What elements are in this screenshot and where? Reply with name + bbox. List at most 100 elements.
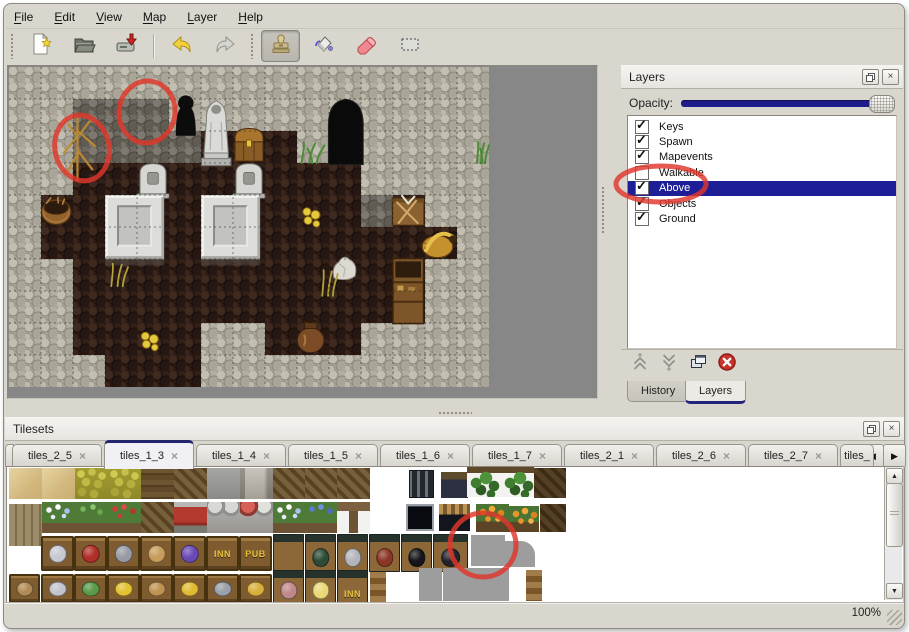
layer-row-objects[interactable]: ✓Objects [628, 196, 896, 211]
scroll-up-icon[interactable]: ▲ [886, 468, 903, 484]
select-tool-button[interactable] [390, 30, 429, 62]
tileset-tile-grayflat2[interactable] [443, 568, 509, 601]
tileset-tile-sign[interactable] [41, 574, 74, 603]
tileset-tile-beamX[interactable] [174, 468, 207, 499]
close-tab-icon[interactable]: × [539, 449, 546, 463]
scroll-down-icon[interactable]: ▼ [886, 583, 903, 599]
tileset-tile-beamX[interactable] [305, 468, 337, 499]
tileset-tile-pillarthin[interactable] [370, 572, 386, 603]
tileset-tile-bush[interactable] [75, 468, 108, 499]
tileset-tile-grayflat2[interactable] [505, 541, 535, 567]
stamp-tool-button[interactable] [261, 30, 300, 62]
layer-row-keys[interactable]: ✓Keys [628, 119, 896, 134]
tileset-content[interactable]: ▲ ▼ INNPUBINN [6, 466, 904, 603]
horizontal-splitter-handle[interactable] [438, 411, 472, 416]
tileset-tile-mailbox[interactable] [174, 502, 207, 533]
tab-layers[interactable]: Layers [685, 381, 746, 404]
tileset-tile-sign[interactable] [239, 574, 272, 603]
close-icon[interactable]: × [882, 69, 899, 85]
tileset-tile-pillarthin[interactable] [526, 570, 542, 601]
tileset-tab-tiles_1_4[interactable]: tiles_1_4× [196, 444, 286, 467]
map-viewport[interactable] [7, 65, 598, 399]
tileset-tile-sign[interactable] [74, 574, 107, 603]
tileset-tile-greenhang[interactable] [467, 467, 501, 497]
tileset-tile-greenhang[interactable] [501, 467, 534, 497]
layer-row-spawn[interactable]: ✓Spawn [628, 134, 896, 149]
map-canvas[interactable] [9, 67, 596, 399]
tileset-tile-hang[interactable] [433, 534, 468, 572]
tileset-tile-blackwin[interactable] [406, 504, 434, 531]
toolbar-grip[interactable] [250, 33, 255, 59]
close-tab-icon[interactable]: × [631, 449, 638, 463]
tileset-tile-grayflat[interactable] [207, 468, 240, 499]
layer-checkbox-mapevents[interactable]: ✓ [635, 150, 649, 164]
menu-item-view[interactable]: View [92, 8, 126, 26]
tileset-tile-sign[interactable] [74, 536, 107, 571]
menu-item-edit[interactable]: Edit [50, 8, 79, 26]
close-tab-icon[interactable]: × [447, 449, 454, 463]
layer-row-ground[interactable]: ✓Ground [628, 211, 896, 226]
layer-row-mapevents[interactable]: ✓Mapevents [628, 150, 896, 165]
tileset-tab-tiles_1_3[interactable]: tiles_1_3× [104, 440, 194, 469]
eraser-tool-button[interactable] [347, 30, 386, 62]
layer-list[interactable]: ✓Keys✓Spawn✓MapeventsWalkable✓Above✓Obje… [627, 115, 897, 349]
tileset-tile-hang[interactable] [401, 534, 432, 572]
tileset-tile-flowerB[interactable] [305, 502, 337, 533]
tileset-tile-sign[interactable] [107, 536, 140, 571]
open-file-button[interactable] [64, 30, 103, 62]
tileset-tile-flowerO[interactable] [476, 504, 509, 532]
tileset-tile-hang[interactable] [337, 534, 368, 572]
tileset-tile-beamdark[interactable] [534, 468, 566, 498]
close-tab-icon[interactable]: × [723, 449, 730, 463]
tileset-tile-flowerR[interactable] [108, 502, 141, 533]
lower-layer-button[interactable] [656, 352, 681, 377]
save-file-button[interactable] [107, 30, 146, 62]
close-tab-icon[interactable]: × [263, 449, 270, 463]
tileset-tile-hang[interactable] [369, 534, 400, 572]
tileset-tab-tiles_2_7[interactable]: tiles_2_7× [748, 444, 838, 467]
tileset-tile-sand[interactable] [9, 468, 42, 499]
redo-button[interactable] [205, 30, 244, 62]
tileset-tile-beamX[interactable] [273, 468, 305, 499]
tileset-tile-beamdark[interactable] [540, 504, 566, 532]
duplicate-layer-button[interactable] [685, 352, 710, 377]
undo-button[interactable] [162, 30, 201, 62]
tileset-tile-sign[interactable] [173, 574, 206, 603]
toolbar-grip[interactable] [10, 33, 15, 59]
tileset-tile-archred[interactable] [240, 502, 273, 533]
tileset-tile-hang[interactable]: INN [337, 570, 368, 603]
tileset-tile-sand[interactable] [42, 468, 75, 499]
tileset-tab-tiles_2_1[interactable]: tiles_2_1× [564, 444, 654, 467]
tileset-tile-grayflat2[interactable] [419, 568, 442, 601]
tileset-tile-beamX[interactable] [141, 502, 174, 533]
delete-layer-button[interactable] [714, 352, 739, 377]
tileset-tile-sign[interactable] [140, 536, 173, 571]
tileset-tile-sign[interactable] [206, 574, 239, 603]
menu-item-file[interactable]: File [10, 8, 37, 26]
float-icon[interactable] [863, 421, 880, 437]
opacity-slider-handle[interactable] [869, 95, 895, 113]
close-tab-icon[interactable]: × [815, 449, 822, 463]
close-tab-icon[interactable]: × [355, 449, 362, 463]
close-icon[interactable]: × [883, 421, 900, 437]
tileset-tile-flowerO[interactable] [509, 506, 539, 532]
tileset-tile-flowerW[interactable] [42, 502, 75, 533]
float-icon[interactable] [862, 69, 879, 85]
vertical-splitter-handle[interactable] [601, 186, 606, 234]
new-file-button[interactable] [21, 30, 60, 62]
tileset-tab-tiles_1_5[interactable]: tiles_1_5× [288, 444, 378, 467]
tileset-tile-beamX[interactable] [337, 468, 370, 499]
tileset-tab-tiles[interactable]: tiles_ [840, 444, 874, 467]
tileset-tab-tiles_2_5[interactable]: tiles_2_5× [12, 444, 102, 467]
tileset-tile-sign[interactable] [41, 536, 74, 571]
close-tab-icon[interactable]: × [171, 449, 178, 463]
opacity-slider-track[interactable] [681, 100, 893, 107]
opacity-slider[interactable] [681, 95, 893, 111]
tileset-tile-sign[interactable] [173, 536, 206, 571]
menu-item-help[interactable]: Help [234, 8, 267, 26]
tileset-tile-barswin[interactable] [409, 470, 434, 498]
tileset-tile-sign[interactable] [140, 574, 173, 603]
tileset-tile-pillarbase[interactable] [240, 468, 273, 499]
tileset-tile-bush[interactable] [108, 468, 141, 499]
tileset-tile-sign[interactable]: PUB [239, 536, 272, 571]
